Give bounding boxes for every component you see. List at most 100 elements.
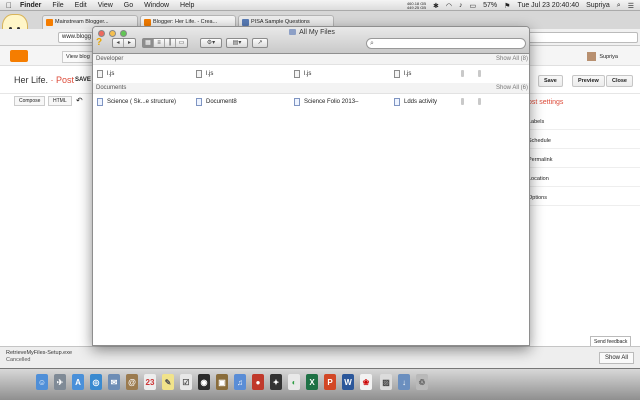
file-item[interactable]: Ldds activity [394,96,437,107]
excel-icon[interactable]: X [306,374,318,390]
gear-icon[interactable]: ⚙▾ [201,39,221,47]
menu-help[interactable]: Help [180,2,194,9]
itunes-icon[interactable]: ♫ [234,374,246,390]
flag-icon[interactable]: ⚑ [504,2,510,10]
preview-button[interactable]: Preview [572,75,605,87]
file-name: l.js [107,70,115,77]
mail-icon[interactable]: ✉ [108,374,120,390]
arrange-icon[interactable]: ▤▾ [227,39,247,47]
download-item[interactable]: RetrieveMyFiles-Setup.exe Cancelled [6,350,72,364]
powerpoint-icon[interactable]: P [324,374,336,390]
file-item[interactable]: Science ( Sk...e structure) [97,96,176,107]
post-setting-label: Schedule [528,138,551,144]
game-icon[interactable]: ✦ [270,374,282,390]
battery-icon[interactable]: ▭ [470,2,477,10]
search-icon: ⌕ [370,40,374,47]
menubar-user[interactable]: Supriya [586,2,610,9]
file-item[interactable]: l.js [97,68,114,79]
show-all-downloads-button[interactable]: Show All [598,352,634,364]
spotlight-icon[interactable]: ⌕ [617,2,621,10]
finder-titlebar[interactable]: All My Files ? ◂ ▸ ▦ ≡ ┃ ▭ ⚙▾ ▤▾ ↗ ⌕ [93,27,529,54]
file-item[interactable]: l.js [394,68,411,79]
list-view-button[interactable]: ≡ [154,39,165,47]
forward-button[interactable]: ▸ [124,39,135,47]
save-draft-label[interactable]: SAVE [75,77,91,83]
file-item[interactable]: l.js [196,68,213,79]
post-setting-options[interactable]: Options [528,188,640,206]
file-placeholder-icon [478,98,481,105]
share-icon[interactable]: ↗ [253,39,267,47]
undo-icon[interactable]: ↶ [76,96,83,105]
contacts-icon[interactable]: @ [126,374,138,390]
blogger-favicon-icon [46,19,53,26]
section-header-developer: Developer Show All (8) [93,54,529,65]
chrome-icon[interactable]: ◐ [288,374,300,390]
volume-icon[interactable]: ♪ [459,2,463,9]
finder-window: All My Files ? ◂ ▸ ▦ ≡ ┃ ▭ ⚙▾ ▤▾ ↗ ⌕ Dev… [92,26,530,346]
clock[interactable]: Tue Jul 23 20:40:40 [517,2,579,9]
menu-go[interactable]: Go [124,2,133,9]
blogger-logo-icon[interactable] [10,50,28,62]
post-settings-title: ost settings [528,99,564,106]
file-placeholder-icon [461,70,464,77]
close-button[interactable]: Close [606,75,633,87]
file-item[interactable]: l.js [294,68,311,79]
apple-menu-icon[interactable]:  [6,1,12,10]
back-button[interactable]: ◂ [113,39,124,47]
show-all-documents-button[interactable]: Show All (6) [496,85,528,91]
menu-file[interactable]: File [52,2,63,9]
icon-view-button[interactable]: ▦ [143,39,154,47]
post-setting-location[interactable]: Location [528,169,640,187]
bluetooth-icon[interactable]: ✱ [433,2,439,10]
safari-icon[interactable]: ◎ [90,374,102,390]
finder-icon[interactable]: ☺ [36,374,48,390]
post-setting-permalink[interactable]: Permalink [528,150,640,168]
document-icon [394,97,400,106]
all-my-files-icon [289,29,297,35]
column-view-button[interactable]: ┃ [165,39,176,47]
account-menu[interactable]: Supriya [587,52,618,61]
app-store-icon[interactable]: A [72,374,84,390]
avatar [587,52,597,61]
search-input[interactable]: ⌕ [366,38,526,49]
notes-icon[interactable]: ✎ [162,374,174,390]
compose-tab[interactable]: Compose [14,96,46,106]
file-item[interactable]: Science Folio 2013– [294,96,358,107]
preview-icon[interactable]: ▨ [380,374,392,390]
view-blog-button[interactable]: View blog [62,51,94,63]
document-icon [196,97,202,106]
editor-mode-bar: Compose HTML ↶ [0,94,92,108]
iphoto-icon[interactable]: ▣ [216,374,228,390]
html-tab[interactable]: HTML [48,96,72,106]
trash-icon[interactable]: ♲ [416,374,428,390]
menu-window[interactable]: Window [144,2,169,9]
downloads-icon[interactable]: ↓ [398,374,410,390]
launchpad-icon[interactable]: ✈ [54,374,66,390]
cover-flow-button[interactable]: ▭ [176,39,187,47]
photo-booth-icon[interactable]: ● [252,374,264,390]
blogger-favicon-icon [144,19,151,26]
menu-view[interactable]: View [98,2,113,9]
battery-percent: 57% [483,2,498,9]
post-setting-schedule[interactable]: Schedule [528,131,640,149]
photo-booth-icon[interactable]: ◉ [198,374,210,390]
file-name: l.js [304,70,312,77]
menu-app-finder[interactable]: Finder [20,2,41,9]
acrobat-icon[interactable]: ❀ [360,374,372,390]
file-item[interactable]: Document8 [196,96,237,107]
wifi-icon[interactable]: ◠ [446,2,452,10]
back-forward-control: ◂ ▸ [112,38,136,48]
pisa-favicon-icon [242,19,249,26]
word-icon[interactable]: W [342,374,354,390]
post-setting-labels[interactable]: Labels [528,112,640,130]
menu-edit[interactable]: Edit [75,2,87,9]
help-icon[interactable]: ? [96,37,106,50]
js-file-icon [394,69,400,78]
notification-center-icon[interactable]: ☰ [628,2,634,10]
reminders-icon[interactable]: ☑ [180,374,192,390]
save-button[interactable]: Save [538,75,563,87]
show-all-developer-button[interactable]: Show All (8) [496,56,528,62]
title-separator: · [48,75,57,85]
calendar-icon[interactable]: 23 [144,374,156,390]
browser-tab-label: Mainstream Blogger... [55,19,109,25]
